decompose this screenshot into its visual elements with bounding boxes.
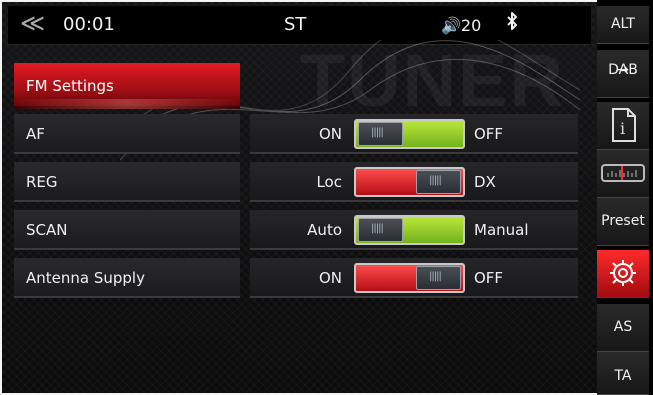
as-label: AS [613,319,633,335]
setting-label-text: AF [26,125,45,143]
as-button[interactable]: AS [597,304,649,352]
af-toggle[interactable] [354,119,465,149]
setting-control-antenna-supply: ON OFF [250,258,578,298]
bluetooth-icon [507,12,517,30]
clock: 00:01 [63,14,115,35]
toggle-knob [358,218,403,242]
volume-indicator: 🔊20 [441,16,482,35]
setting-label-text: SCAN [26,221,68,239]
setting-row-af: AF ON OFF [14,114,578,154]
toggle-knob [416,266,461,290]
setting-control-scan: Auto Manual [250,210,578,250]
setting-label-text: REG [26,173,58,191]
alt-label: ALT [610,16,635,32]
arrow-right-icon: → [617,62,629,78]
preset-button[interactable]: Preset [597,198,649,246]
settings-button[interactable] [597,250,649,298]
toggle-knob [416,170,461,194]
stereo-indicator: ST [284,14,307,35]
tuner-scale-button[interactable] [597,150,649,198]
gear-icon [597,258,649,292]
ta-button[interactable]: TA [597,352,649,395]
setting-label-reg: REG [14,162,240,202]
dab-button[interactable]: DAB → [597,50,649,98]
info-button[interactable]: i [597,102,649,150]
reg-toggle[interactable] [354,167,465,197]
alt-button[interactable]: ALT [597,6,649,44]
tuner-settings-screen: ≪ 00:01 ST 🔊20 TUNER FM Settings AF ON O… [0,0,653,395]
option-right: OFF [474,269,504,287]
gear-svg [610,260,636,286]
setting-row-reg: REG Loc DX [14,162,578,202]
toggle-knob [358,122,403,146]
option-left: Loc [316,173,342,191]
setting-control-reg: Loc DX [250,162,578,202]
back-icon[interactable]: ≪ [20,9,45,37]
frequency-scale-icon [597,162,649,188]
frequency-scale-svg [601,164,645,182]
setting-row-antenna-supply: Antenna Supply ON OFF [14,258,578,298]
fm-settings-title: FM Settings [26,77,114,95]
option-right: OFF [474,125,504,143]
info-letter: i [620,119,625,138]
option-left: ON [318,269,342,287]
setting-control-af: ON OFF [250,114,578,154]
option-left: Auto [307,221,342,239]
setting-label-scan: SCAN [14,210,240,250]
fm-settings-header: FM Settings [14,63,240,109]
setting-label-antenna-supply: Antenna Supply [14,258,240,298]
setting-label-af: AF [14,114,240,154]
option-right: DX [474,173,496,191]
setting-row-scan: SCAN Auto Manual [14,210,578,250]
option-left: ON [318,125,342,143]
preset-label: Preset [601,213,645,229]
antenna-supply-toggle[interactable] [354,263,465,293]
ta-label: TA [614,368,632,384]
option-right: Manual [474,221,529,239]
setting-label-text: Antenna Supply [26,269,145,287]
scan-toggle[interactable] [354,215,465,245]
info-icon: i [597,108,649,146]
info-icon-svg: i [612,108,636,142]
